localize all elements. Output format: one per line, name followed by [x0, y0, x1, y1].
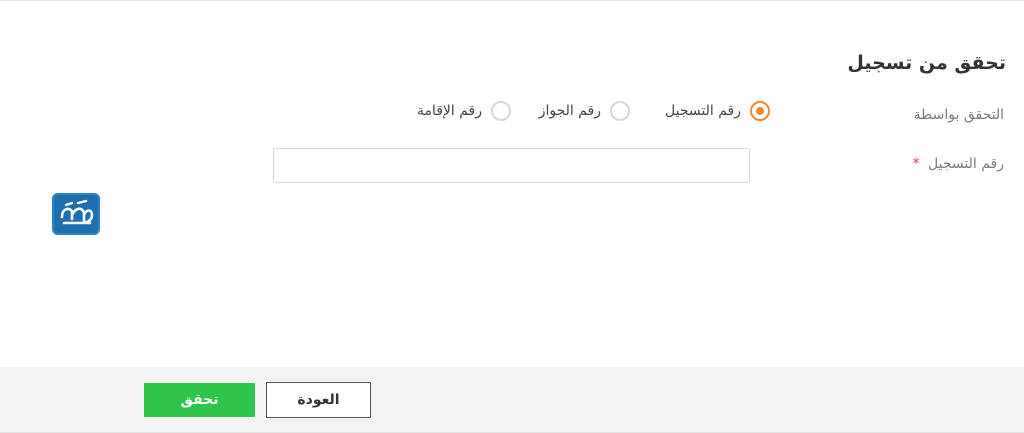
radio-registration-number[interactable]: رقم التسجيل [665, 97, 770, 125]
radio-selected-icon[interactable] [750, 101, 770, 121]
marjaa-logo-icon [52, 193, 100, 235]
top-divider [0, 0, 1024, 1]
verify-method-radio-group: رقم التسجيل رقم الجواز رقم الإقامة [390, 97, 770, 125]
radio-label-registration-number: رقم التسجيل [665, 103, 741, 119]
radio-unselected-icon[interactable] [610, 101, 630, 121]
radio-unselected-icon[interactable] [491, 101, 511, 121]
registration-number-label: رقم التسجيل * [913, 156, 1004, 172]
registration-number-input[interactable] [273, 148, 750, 183]
verify-button[interactable]: تحقق [144, 383, 255, 417]
back-button[interactable]: العودة [266, 382, 371, 418]
radio-label-passport-number: رقم الجواز [538, 103, 601, 119]
radio-passport-number[interactable]: رقم الجواز [539, 97, 630, 125]
registration-number-label-text: رقم التسجيل [928, 156, 1004, 172]
required-marker: * [912, 156, 920, 172]
form-footer: تحقق العودة [0, 367, 1024, 433]
radio-label-residence-number: رقم الإقامة [416, 103, 482, 119]
verify-by-label: التحقق بواسطة [913, 107, 1004, 123]
page-title: تحقق من تسجيل [847, 52, 1006, 74]
radio-residence-number[interactable]: رقم الإقامة [417, 97, 511, 125]
